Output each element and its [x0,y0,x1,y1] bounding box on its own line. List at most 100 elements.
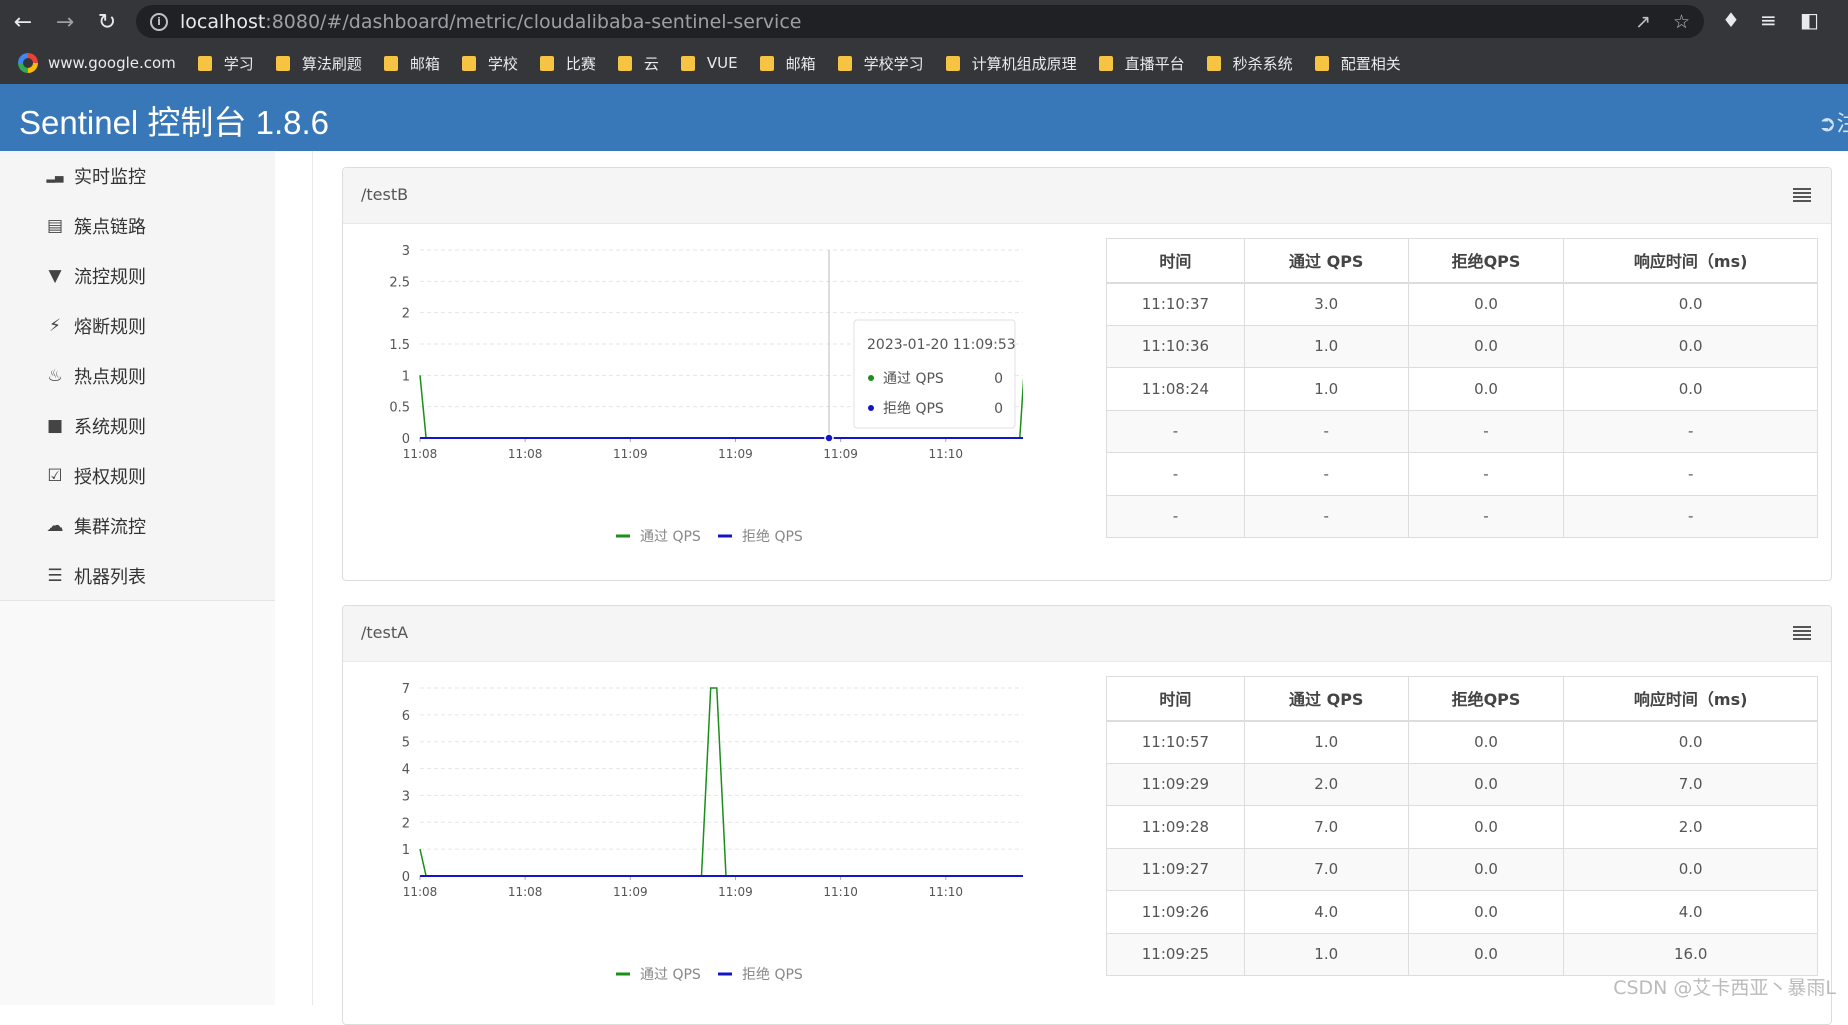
table-cell: - [1106,494,1245,538]
table-cell: 1.0 [1243,720,1409,764]
bookmark-item[interactable]: 学校 [461,53,518,74]
sidebar-item[interactable]: ☰ 机器列表 [0,551,275,601]
column-header: 响应时间（ms) [1563,676,1818,722]
y-tick-label: 2 [402,816,410,831]
table-row: 11:10:57 1.0 0.0 0.0 [1106,720,1818,764]
watermark: CSDN @艾卡西亚丶暴雨L [1613,977,1836,999]
qps-chart[interactable]: 0 0.5 1 1.5 2 2.5 3 11:08 11:08 11:09 11:09 11:09 11… [343,224,1023,564]
tooltip-time: 2023-01-20 11:09:53 [867,337,1016,353]
back-arrow-icon[interactable]: ← [4,3,42,41]
legend-label[interactable]: 拒绝 QPS [742,967,803,983]
table-cell: 0.0 [1407,762,1565,806]
table-row: ---- [1106,494,1818,538]
bookmark-item[interactable]: 比赛 [539,53,596,74]
column-header: 通过 QPS [1243,238,1409,284]
folder-icon [1314,55,1329,71]
bookmark-label: 配置相关 [1340,54,1401,73]
bookmark-label: 比赛 [565,54,596,73]
logout-icon[interactable]: ➲注 [1818,106,1848,138]
bookmark-label: VUE [706,54,738,72]
x-tick-label: 11:08 [403,885,438,899]
legend-label[interactable]: 拒绝 QPS [742,529,803,545]
table-cell: - [1407,409,1565,453]
y-tick-label: 0 [402,870,410,885]
share-icon[interactable]: ↗ [1635,11,1651,33]
metric-table: 时间 通过 QPS 拒绝QPS 响应时间（ms) 11:10:37 3.0 0.0 0.0 11… [1106,238,1818,538]
forward-arrow-icon[interactable]: → [46,3,84,41]
table-cell: - [1563,409,1818,453]
table-cell: 0.0 [1407,932,1565,976]
table-cell: 7.0 [1563,762,1818,806]
sidebar-item[interactable]: ⚡ 熔断规则 [0,301,275,351]
bookmark-item[interactable]: 直播平台 [1098,53,1185,74]
bookmark-item[interactable]: 邮箱 [383,53,440,74]
reading-list-icon[interactable]: ≡ [1760,8,1777,32]
address-bar[interactable]: i localhost:8080/#/dashboard/metric/clou… [136,5,1704,38]
qps-chart[interactable]: 0 1 2 3 4 5 6 7 11:08 11:08 11:09 11:09 11:10 11:10 通过… [343,662,1023,1002]
reload-icon[interactable]: ↻ [88,3,126,41]
legend-label[interactable]: 通过 QPS [640,967,701,983]
bookmark-item[interactable]: 学校学习 [837,53,924,74]
table-cell: 1.0 [1243,932,1409,976]
sidebar-item[interactable]: ♨ 热点规则 [0,351,275,401]
hamburger-menu-icon[interactable] [1793,188,1811,202]
sidebar-item-label: 流控规则 [74,267,146,288]
table-cell: - [1563,494,1818,538]
sidebar-item[interactable]: ▂▄ 实时监控 [0,151,275,201]
bookmark-label: 算法刷题 [301,54,362,73]
table-header-row: 时间 通过 QPS 拒绝QPS 响应时间（ms) [1106,676,1818,722]
legend-label[interactable]: 通过 QPS [640,529,701,545]
side-panel-icon[interactable]: ◧ [1800,8,1819,32]
tooltip-pass-dot [868,375,874,381]
sidebar-item[interactable]: ■ 系统规则 [0,401,275,451]
app-brand-title[interactable]: Sentinel 控制台 1.8.6 [19,96,329,144]
x-tick-label: 11:10 [928,447,963,461]
bookmark-item[interactable]: 配置相关 [1314,53,1401,74]
table-row: ---- [1106,409,1818,453]
table-cell: 11:09:29 [1106,762,1245,806]
bookmark-item[interactable]: 计算机组成原理 [945,53,1077,74]
logout-label: 注 [1836,112,1848,137]
sidebar-item-label: 集群流控 [74,517,146,538]
bookmark-item[interactable]: 秒杀系统 [1206,53,1293,74]
star-bookmark-icon[interactable]: ☆ [1673,11,1690,33]
table-cell: 0.0 [1563,720,1818,764]
column-header: 拒绝QPS [1407,238,1565,284]
tooltip-block-value: 0 [994,401,1003,417]
site-info-icon[interactable]: i [150,12,168,31]
tooltip-block-dot [868,405,874,411]
hamburger-menu-icon[interactable] [1793,626,1811,640]
y-tick-label: 3 [402,244,410,259]
bookmark-item[interactable]: www.google.com [18,53,176,73]
extensions-puzzle-icon[interactable]: ♦ [1722,8,1740,32]
google-icon [18,53,38,73]
bookmark-item[interactable]: 邮箱 [759,53,816,74]
sidebar-item[interactable]: ▼ 流控规则 [0,251,275,301]
table-cell: 2.0 [1243,762,1409,806]
table-cell: - [1106,409,1245,453]
folder-icon [275,55,290,71]
panel-title: /testA [361,623,409,642]
folder-icon [617,55,632,71]
sidebar-item[interactable]: ☑ 授权规则 [0,451,275,501]
table-row: 11:10:36 1.0 0.0 0.0 [1106,324,1818,368]
cloud-icon: ☁ [46,516,64,536]
bookmark-item[interactable]: 学习 [197,53,254,74]
hover-point [824,433,834,443]
bookmark-item[interactable]: VUE [680,54,738,72]
fire-icon: ♨ [47,366,63,386]
y-tick-label: 3 [402,789,410,804]
bookmark-item[interactable]: 算法刷题 [275,53,362,74]
bookmark-item[interactable]: 云 [617,53,659,74]
table-row: 11:09:26 4.0 0.0 4.0 [1106,890,1818,934]
table-cell: 1.0 [1243,324,1409,368]
table-row: 11:09:29 2.0 0.0 7.0 [1106,762,1818,806]
y-tick-label: 4 [402,763,410,778]
url-text[interactable]: localhost:8080/#/dashboard/metric/clouda… [180,11,801,33]
sidebar-item-label: 实时监控 [74,167,146,188]
bookmark-label: 学校学习 [863,54,924,73]
x-tick-label: 11:08 [403,447,438,461]
sidebar-item[interactable]: ☁ 集群流控 [0,501,275,551]
url-path: :8080/#/dashboard/metric/cloudalibaba-se… [265,10,802,33]
sidebar-item[interactable]: ▤ 簇点链路 [0,201,275,251]
